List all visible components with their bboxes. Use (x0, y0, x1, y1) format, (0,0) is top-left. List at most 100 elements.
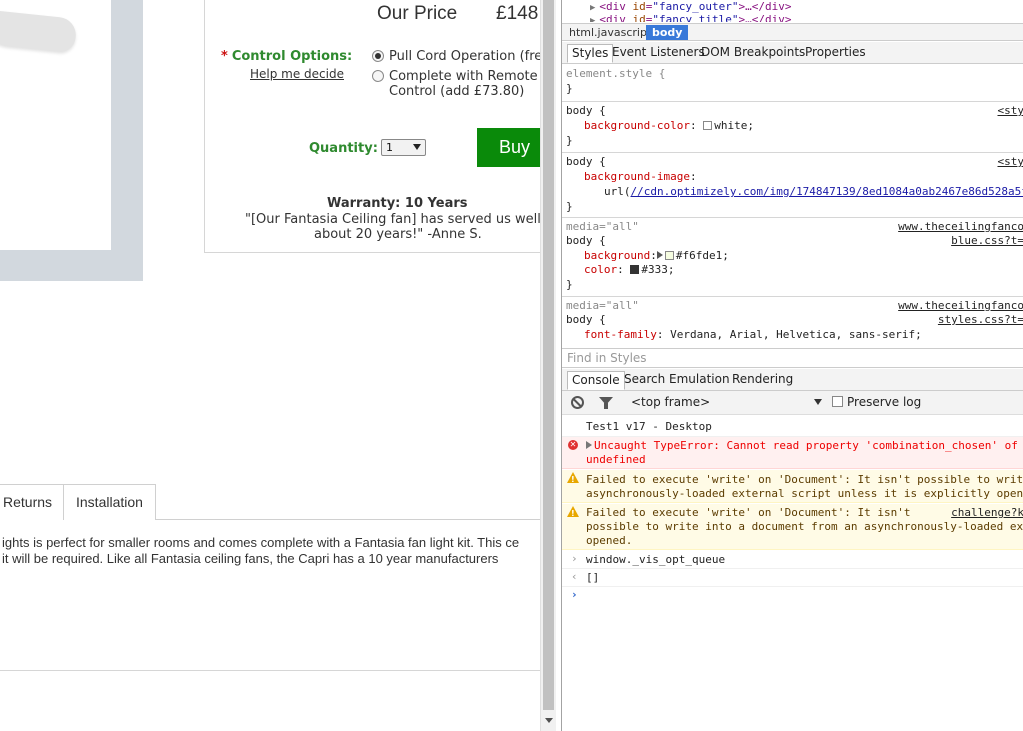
product-image[interactable] (0, 0, 111, 250)
console-warning-line1: Failed to execute 'write' on 'Document':… (586, 506, 911, 519)
console-message-error[interactable]: ✕ Uncaught TypeError: Cannot read proper… (562, 437, 1023, 469)
purchase-box: Our Price £148 * Control Options: Help me… (204, 0, 540, 253)
console-error-text: Uncaught TypeError: Cannot read property… (594, 439, 1018, 452)
rule-source-link[interactable]: www.theceilingfanco (898, 220, 1023, 235)
css-property: font-family (584, 328, 657, 341)
expand-shorthand-icon[interactable] (656, 251, 663, 259)
breadcrumb-body[interactable]: body (646, 25, 689, 40)
tab-search[interactable]: Search (620, 371, 669, 390)
color-swatch-icon[interactable] (664, 251, 674, 260)
tab-styles[interactable]: Styles (567, 44, 614, 63)
style-rule-body-3[interactable]: media="all" www.theceilingfanco body { b… (562, 219, 1023, 297)
input-chevron-icon: › (571, 552, 578, 565)
rule-close: } (566, 200, 573, 213)
rule-property-line[interactable]: color: #333; (584, 263, 675, 278)
rule-source-link[interactable]: www.theceilingfanco (898, 299, 1023, 314)
tab-rendering[interactable]: Rendering (728, 371, 797, 390)
console-result: ‹ [] (562, 569, 1023, 587)
rule-property-line[interactable]: background-image: (584, 170, 697, 185)
tab-event-listeners[interactable]: Event Listeners (608, 44, 709, 63)
tab-console[interactable]: Console (567, 371, 625, 390)
rule-property-line[interactable]: background: #f6fde1; (584, 249, 729, 264)
style-rule-element[interactable]: element.style { } (562, 66, 1023, 102)
style-rule-body-2[interactable]: body { <sty background-image: url(//cdn.… (562, 154, 1023, 218)
rule-property-line[interactable]: font-family: Verdana, Arial, Helvetica, … (584, 328, 922, 343)
rule-property-line[interactable]: background-color: white; (584, 119, 754, 134)
styles-tabbar: Styles Event Listeners DOM Breakpoints P… (562, 42, 1023, 64)
console-warning-line2: possible to write into a document from a… (586, 520, 1023, 533)
color-swatch-icon[interactable] (703, 121, 713, 130)
rule-selector: body { (566, 104, 606, 117)
chevron-down-icon[interactable] (814, 399, 822, 405)
section-divider (0, 670, 540, 671)
description-line2: it will be required. Like all Fantasia c… (2, 551, 499, 566)
css-property: background-color (584, 119, 690, 132)
style-rule-body-4[interactable]: media="all" www.theceilingfanco body { s… (562, 298, 1023, 348)
filter-icon[interactable] (599, 397, 613, 409)
tab-installation[interactable]: Installation (63, 484, 156, 520)
buy-button[interactable]: Buy (477, 128, 540, 167)
rule-media: media="all" (566, 299, 639, 312)
dom-attr: id (632, 0, 646, 13)
tab-emulation[interactable]: Emulation (665, 371, 734, 390)
frame-select[interactable]: <top frame> (631, 395, 710, 409)
console-error-line2: undefined (586, 453, 646, 466)
clear-console-icon[interactable] (571, 396, 584, 409)
warning-icon (567, 506, 579, 521)
breadcrumb: html.javascript body (562, 23, 1023, 41)
console-prompt[interactable]: › (562, 588, 1023, 606)
dom-node-fancy-title[interactable]: ▶ <div id="fancy_title">…</div> (590, 13, 792, 22)
tab-properties[interactable]: Properties (801, 44, 870, 63)
rule-source-link[interactable]: <sty (998, 155, 1023, 170)
dom-node-fancy-outer[interactable]: ▶ <div id="fancy_outer">…</div> (590, 0, 792, 13)
console-input-echo: › window._vis_opt_queue (562, 551, 1023, 569)
result-chevron-icon: ‹ (571, 570, 578, 583)
rule-close: } (566, 82, 573, 95)
rule-selector: body { (566, 155, 606, 168)
drawer-tabbar: Console Search Emulation Rendering (562, 369, 1023, 391)
find-in-styles-input[interactable]: Find in Styles (562, 348, 1023, 368)
dom-tag: <div (599, 0, 633, 13)
rule-selector: element.style { (566, 67, 666, 80)
scroll-down-arrow-icon[interactable] (545, 718, 553, 723)
testimonial-line1: "[Our Fantasia Ceiling fan] has served u… (245, 212, 540, 227)
page-scrollbar[interactable] (540, 0, 556, 731)
rule-value-line[interactable]: url(//cdn.optimizely.com/img/174847139/8… (604, 185, 1023, 200)
radio-remote-control[interactable] (372, 70, 384, 82)
radio-pull-cord[interactable] (372, 50, 384, 62)
help-me-decide-link[interactable]: Help me decide (250, 67, 344, 81)
dom-attr-value: "fancy_title" (652, 13, 739, 22)
console-text: window._vis_opt_queue (586, 553, 726, 566)
rule-close: } (566, 278, 573, 291)
expand-triangle-icon[interactable]: ▶ (590, 16, 595, 22)
breadcrumb-html[interactable]: html.javascript (565, 25, 655, 40)
expand-triangle-icon[interactable]: ▶ (590, 3, 595, 13)
prompt-chevron-icon: › (571, 588, 578, 601)
option-remote-label-line1: Complete with Remote (389, 69, 538, 84)
expand-triangle-icon[interactable] (586, 441, 592, 449)
preserve-log-checkbox[interactable] (832, 396, 843, 407)
tab-dom-breakpoints[interactable]: DOM Breakpoints (697, 44, 809, 63)
page-scroll-thumb[interactable] (543, 0, 554, 710)
option-remote-control[interactable]: Complete with Remote Control (add £73.80… (372, 69, 538, 99)
style-rule-body-1[interactable]: body { <sty background-color: white; } (562, 103, 1023, 153)
option-pull-cord[interactable]: Pull Cord Operation (free) (372, 49, 540, 64)
console-text: [] (586, 571, 600, 584)
dom-tag-close: >…</div> (738, 0, 792, 13)
control-options-label: * Control Options: (221, 49, 352, 64)
rule-source-link[interactable]: <sty (998, 104, 1023, 119)
chevron-down-icon (413, 144, 421, 150)
rule-close: } (566, 134, 573, 147)
dom-tag: <div (599, 13, 633, 22)
css-url-link[interactable]: //cdn.optimizely.com/img/174847139/8ed10… (631, 185, 1023, 198)
tab-returns[interactable]: Returns (0, 484, 66, 520)
color-swatch-icon[interactable] (630, 265, 640, 274)
console-source-link[interactable]: challenge?k (951, 506, 1023, 520)
price-label: Our Price (377, 3, 458, 24)
rule-source-file[interactable]: styles.css?t= (938, 313, 1023, 328)
rule-source-file[interactable]: blue.css?t= (951, 234, 1023, 249)
console-message-warning[interactable]: Failed to execute 'write' on 'Document':… (562, 470, 1023, 503)
quantity-select[interactable]: 1 (381, 139, 426, 156)
css-value-prefix: url( (604, 185, 631, 198)
console-message-warning[interactable]: Failed to execute 'write' on 'Document':… (562, 504, 1023, 550)
